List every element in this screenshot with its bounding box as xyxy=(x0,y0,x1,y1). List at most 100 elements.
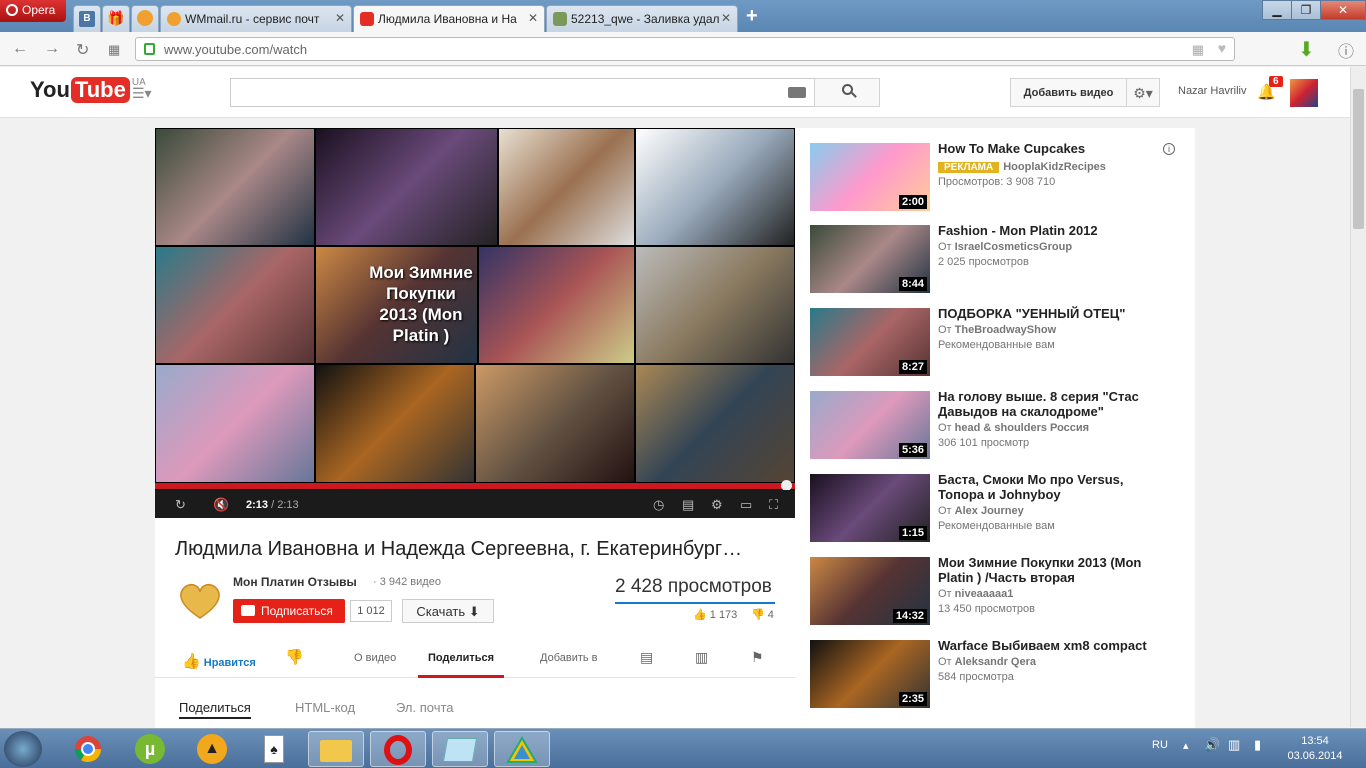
page-scrollbar[interactable] xyxy=(1350,67,1366,727)
network-icon[interactable]: ▥ xyxy=(1228,737,1240,753)
opera-taskbar-icon[interactable] xyxy=(370,731,426,767)
tab-upload[interactable]: 52213_qwe - Заливка удал ✕ xyxy=(546,5,738,32)
list-item[interactable]: 8:44 Fashion - Mon Platin 2012 От Israel… xyxy=(810,223,1190,295)
like-button[interactable]: 👍 Нравится xyxy=(182,652,256,670)
video-thumbnail[interactable]: 8:27 xyxy=(810,308,930,376)
close-icon[interactable]: ✕ xyxy=(721,11,731,25)
list-item[interactable]: 2:00 How To Make Cupcakes РЕКЛАМА HooplaK… xyxy=(810,141,1190,213)
tab-add-to[interactable]: Добавить в xyxy=(540,652,598,664)
guide-menu-icon[interactable]: ☰▾ xyxy=(132,85,152,102)
flag-icon[interactable]: ⚑ xyxy=(751,649,764,666)
tab-wmmail[interactable]: WMmail.ru - сервис почт ✕ xyxy=(160,5,352,32)
new-tab-button[interactable]: + xyxy=(746,5,758,28)
close-icon[interactable]: ✕ xyxy=(335,11,345,25)
keyboard-icon[interactable] xyxy=(788,87,806,98)
video-thumbnail[interactable]: 1:15 xyxy=(810,474,930,542)
info-icon[interactable]: ⓘ xyxy=(1338,38,1354,62)
volume-icon[interactable]: 🔊 xyxy=(1204,737,1220,753)
tab-gift[interactable]: 🎁 xyxy=(102,5,130,32)
tab-youtube[interactable]: Людмила Ивановна и На ✕ xyxy=(353,5,545,32)
start-button[interactable] xyxy=(4,731,42,767)
like-count[interactable]: 👍 1 173 xyxy=(693,608,737,621)
url-field[interactable]: www.youtube.com/watch ▦ ♥ xyxy=(135,37,1235,61)
settings-button[interactable]: ⚙▾ xyxy=(1126,78,1160,107)
maximize-button[interactable]: ❐ xyxy=(1291,0,1321,20)
channel-avatar[interactable] xyxy=(175,580,225,620)
captions-icon[interactable]: ▤ xyxy=(682,497,694,513)
explorer-taskbar-icon[interactable] xyxy=(308,731,364,767)
youtube-logo[interactable]: You Tube UA xyxy=(30,77,146,103)
subscribe-button[interactable]: Подписаться xyxy=(233,599,345,623)
user-name[interactable]: Nazar Havriliv xyxy=(1178,85,1246,97)
notepad-taskbar-icon[interactable] xyxy=(432,731,488,767)
replay-icon[interactable]: ↻ xyxy=(175,497,186,513)
mosaic-tile xyxy=(155,246,315,364)
chrome-taskbar-icon[interactable] xyxy=(60,731,116,767)
upload-button[interactable]: Добавить видео xyxy=(1010,78,1127,107)
mute-icon[interactable]: 🔇 xyxy=(213,497,229,513)
download-icon[interactable]: ⬇ xyxy=(1298,37,1315,62)
show-hidden-icons[interactable]: ▴ xyxy=(1183,739,1189,752)
heart-icon[interactable]: ♥ xyxy=(1218,40,1226,56)
yandex-disk-taskbar-icon[interactable] xyxy=(494,731,550,767)
mosaic-tile xyxy=(635,246,795,364)
video-frame[interactable]: Мои Зимние Покупки 2013 (Mon Platin ) xyxy=(155,128,795,483)
subtab-share[interactable]: Поделиться xyxy=(179,700,251,719)
info-icon[interactable]: i xyxy=(1163,143,1175,155)
channel-name[interactable]: Мон Платин Отзывы xyxy=(233,575,357,589)
mosaic-tile xyxy=(478,246,635,364)
video-thumbnail[interactable]: 14:32 xyxy=(810,557,930,625)
utorrent-taskbar-icon[interactable]: µ xyxy=(122,731,178,767)
forward-arrow-icon[interactable]: → xyxy=(44,40,60,58)
dislike-count[interactable]: 👎 4 xyxy=(751,608,774,621)
video-thumbnail[interactable]: 2:00 xyxy=(810,143,930,211)
stats-icon[interactable]: ▥ xyxy=(695,649,708,666)
search-input[interactable] xyxy=(230,78,815,107)
tab-share[interactable]: Поделиться xyxy=(418,652,505,678)
minimize-button[interactable]: ▁ xyxy=(1262,0,1292,20)
list-item[interactable]: 1:15 Баста, Смоки Мо про Versus, Топора … xyxy=(810,472,1190,544)
list-item[interactable]: 14:32 Мои Зимние Покупки 2013 (Mon Plati… xyxy=(810,555,1190,627)
tab-mail[interactable] xyxy=(131,5,159,32)
tab-about[interactable]: О видео xyxy=(354,652,396,664)
progress-bar[interactable] xyxy=(155,480,795,491)
gear-icon[interactable]: ⚙ xyxy=(711,497,723,513)
transcript-icon[interactable]: ▤ xyxy=(640,649,653,666)
youtube-play-icon xyxy=(241,605,255,616)
search-button[interactable] xyxy=(814,78,880,107)
language-indicator[interactable]: RU xyxy=(1152,739,1168,751)
video-thumbnail[interactable]: 2:35 xyxy=(810,640,930,708)
youtube-header: You Tube UA ☰▾ Добавить видео ⚙▾ Nazar Hav… xyxy=(0,67,1350,118)
fullscreen-icon[interactable]: ⛶ xyxy=(769,497,778,513)
video-thumbnail[interactable]: 5:36 xyxy=(810,391,930,459)
video-info: Людмила Ивановна и Надежда Сергеевна, г.… xyxy=(155,518,795,728)
subtab-email[interactable]: Эл. почта xyxy=(396,700,454,715)
list-item[interactable]: 8:27 ПОДБОРКА "УЕННЫЙ ОТЕЦ" От TheBroadw… xyxy=(810,306,1190,378)
system-clock[interactable]: 13:54 03.06.2014 xyxy=(1285,734,1345,764)
opera-menu-button[interactable]: Opera xyxy=(0,0,66,22)
video-player[interactable]: Мои Зимние Покупки 2013 (Mon Platin ) ↻ … xyxy=(155,128,795,518)
avatar[interactable] xyxy=(1290,79,1318,107)
list-item[interactable]: 2:35 Warface Выбиваем xm8 compact От Ale… xyxy=(810,638,1190,710)
video-thumbnail[interactable]: 8:44 xyxy=(810,225,930,293)
dislike-button[interactable]: 👎 xyxy=(285,648,304,666)
watch-later-icon[interactable]: ◷ xyxy=(653,497,664,513)
mosaic-tile xyxy=(475,364,635,483)
power-icon[interactable]: ▮ xyxy=(1254,737,1261,753)
solitaire-taskbar-icon[interactable]: ♠ xyxy=(246,731,302,767)
list-item[interactable]: 5:36 На голову выше. 8 серия "Стас Давыд… xyxy=(810,389,1190,461)
tab-vk[interactable]: B xyxy=(73,5,101,32)
theater-mode-icon[interactable]: ▭ xyxy=(740,497,752,513)
aimp-taskbar-icon[interactable]: ▲ xyxy=(184,731,240,767)
time-display: 2:13 / 2:13 xyxy=(246,499,299,511)
grid-icon[interactable]: ▦ xyxy=(1192,42,1204,58)
subtab-embed[interactable]: HTML-код xyxy=(295,700,355,715)
notification-badge[interactable]: 6 xyxy=(1269,76,1283,87)
reload-icon[interactable]: ↻ xyxy=(76,40,89,60)
scrollbar-thumb[interactable] xyxy=(1353,89,1364,229)
close-icon[interactable]: ✕ xyxy=(528,11,538,25)
back-arrow-icon[interactable]: ← xyxy=(12,40,28,58)
download-button[interactable]: Скачать ⬇ xyxy=(402,599,494,623)
speed-dial-icon[interactable]: ▦ xyxy=(108,42,120,58)
close-window-button[interactable]: ✕ xyxy=(1320,0,1366,20)
